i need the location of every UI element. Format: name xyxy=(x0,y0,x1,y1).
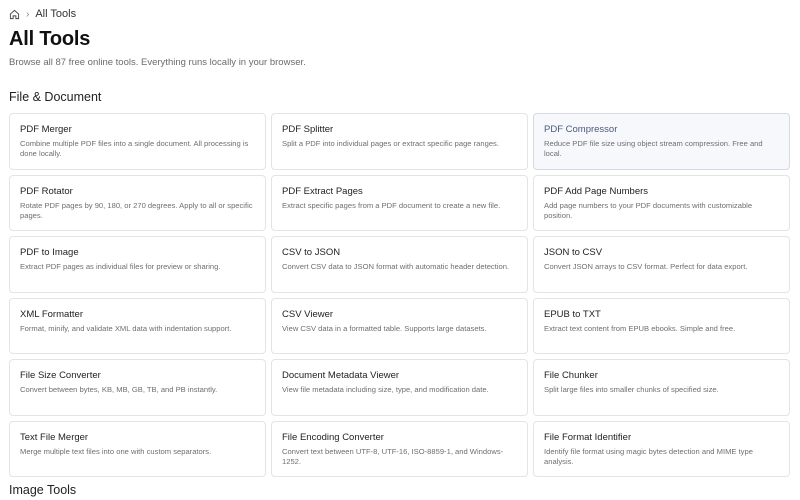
tool-card-title: PDF Splitter xyxy=(282,124,334,135)
tool-card-description: Split large files into smaller chunks of… xyxy=(544,385,719,394)
tool-card-title: EPUB to TXT xyxy=(544,308,601,320)
page-title: All Tools xyxy=(9,28,91,50)
tool-card-title: PDF to Image xyxy=(20,247,79,258)
tool-card-description: Identify file format using magic bytes d… xyxy=(544,446,753,466)
section-title-image-tools: Image Tools xyxy=(9,483,77,497)
tool-card[interactable]: CSV Viewer View CSV data in a formatted t… xyxy=(271,297,528,354)
section-title-file-document: File & Document xyxy=(9,90,102,104)
tool-card[interactable]: File Size Converter Convert between bytes… xyxy=(9,359,266,416)
tool-card-description: Combine multiple PDF files into a single… xyxy=(20,139,249,158)
tool-card-description: Extract text content from EPUB ebooks. S… xyxy=(544,323,736,333)
tool-card-title: PDF Compressor xyxy=(544,124,618,135)
tool-card-description: Convert CSV data to JSON format with aut… xyxy=(282,262,510,271)
home-icon[interactable] xyxy=(9,9,20,20)
tool-card-title: CSV to JSON xyxy=(282,247,341,258)
tool-card-title: PDF Extract Pages xyxy=(282,185,363,197)
tool-card-description: Split a PDF into individual pages or ext… xyxy=(282,139,499,148)
all-tools-page: › All Tools All Tools Browse all 87 free… xyxy=(0,0,800,500)
tool-card-title: XML Formatter xyxy=(20,308,83,320)
tool-card[interactable]: File Encoding Converter Convert text betw… xyxy=(271,420,528,477)
tool-card-description: Format, minify, and validate XML data wi… xyxy=(20,323,232,333)
tool-card-description: View CSV data in a formatted table. Supp… xyxy=(282,323,487,333)
tools-grid-file-document: PDF Merger Combine multiple PDF files int… xyxy=(9,113,790,477)
tool-card[interactable]: JSON to CSV Convert JSON arrays to CSV fo… xyxy=(533,236,790,293)
tool-card[interactable]: PDF to Image Extract PDF pages as individ… xyxy=(9,236,266,293)
tool-card-description: Extract specific pages from a PDF docume… xyxy=(282,200,501,210)
tool-card-description: Add page numbers to your PDF documents w… xyxy=(544,200,753,220)
tool-card[interactable]: EPUB to TXT Extract text content from EPU… xyxy=(533,297,790,354)
tool-card-description: Convert between bytes, KB, MB, GB, TB, a… xyxy=(20,385,218,394)
tool-card-description: Convert text between UTF-8, UTF-16, ISO-… xyxy=(282,446,504,466)
breadcrumb-current: All Tools xyxy=(35,8,77,20)
tool-card-description: Reduce PDF file size using object stream… xyxy=(544,139,763,158)
tool-card-title: PDF Add Page Numbers xyxy=(544,185,649,197)
chevron-right-icon: › xyxy=(26,8,30,20)
page-subtitle: Browse all 87 free online tools. Everyth… xyxy=(9,57,306,68)
tool-card-title: Text File Merger xyxy=(20,431,89,443)
tool-card[interactable]: PDF Splitter Split a PDF into individual … xyxy=(271,113,528,170)
tool-card-description: Rotate PDF pages by 90, 180, or 270 degr… xyxy=(20,200,253,220)
tool-card-description: Merge multiple text files into one with … xyxy=(20,446,212,456)
tool-card-title: PDF Rotator xyxy=(20,185,73,197)
tool-card[interactable]: CSV to JSON Convert CSV data to JSON form… xyxy=(271,236,528,293)
tool-card-title: File Encoding Converter xyxy=(282,431,384,443)
tool-card-title: File Format Identifier xyxy=(544,431,632,443)
tool-card[interactable]: XML Formatter Format, minify, and validat… xyxy=(9,297,266,354)
tool-card-title: File Chunker xyxy=(544,370,598,381)
tool-card-title: Document Metadata Viewer xyxy=(282,370,400,381)
tool-card-description: View file metadata including size, type,… xyxy=(282,385,489,394)
tool-card-title: PDF Merger xyxy=(20,124,72,135)
tool-card[interactable]: Document Metadata Viewer View file metada… xyxy=(271,359,528,416)
tool-card[interactable]: PDF Compressor Reduce PDF file size using… xyxy=(533,113,790,170)
tool-card[interactable]: PDF Rotator Rotate PDF pages by 90, 180, … xyxy=(9,174,266,231)
tool-card-title: JSON to CSV xyxy=(544,247,603,258)
tool-card[interactable]: PDF Merger Combine multiple PDF files int… xyxy=(9,113,266,170)
tool-card-description: Extract PDF pages as individual files fo… xyxy=(20,262,221,271)
tool-card[interactable]: PDF Add Page Numbers Add page numbers to … xyxy=(533,174,790,231)
tool-card[interactable]: File Chunker Split large files into small… xyxy=(533,359,790,416)
breadcrumb: › All Tools xyxy=(9,8,76,20)
tool-card-title: File Size Converter xyxy=(20,370,101,381)
tool-card-title: CSV Viewer xyxy=(282,308,334,320)
tool-card[interactable]: PDF Extract Pages Extract specific pages … xyxy=(271,174,528,231)
tool-card-description: Convert JSON arrays to CSV format. Perfe… xyxy=(544,262,748,271)
tool-card[interactable]: Text File Merger Merge multiple text file… xyxy=(9,420,266,477)
tool-card[interactable]: File Format Identifier Identify file form… xyxy=(533,420,790,477)
